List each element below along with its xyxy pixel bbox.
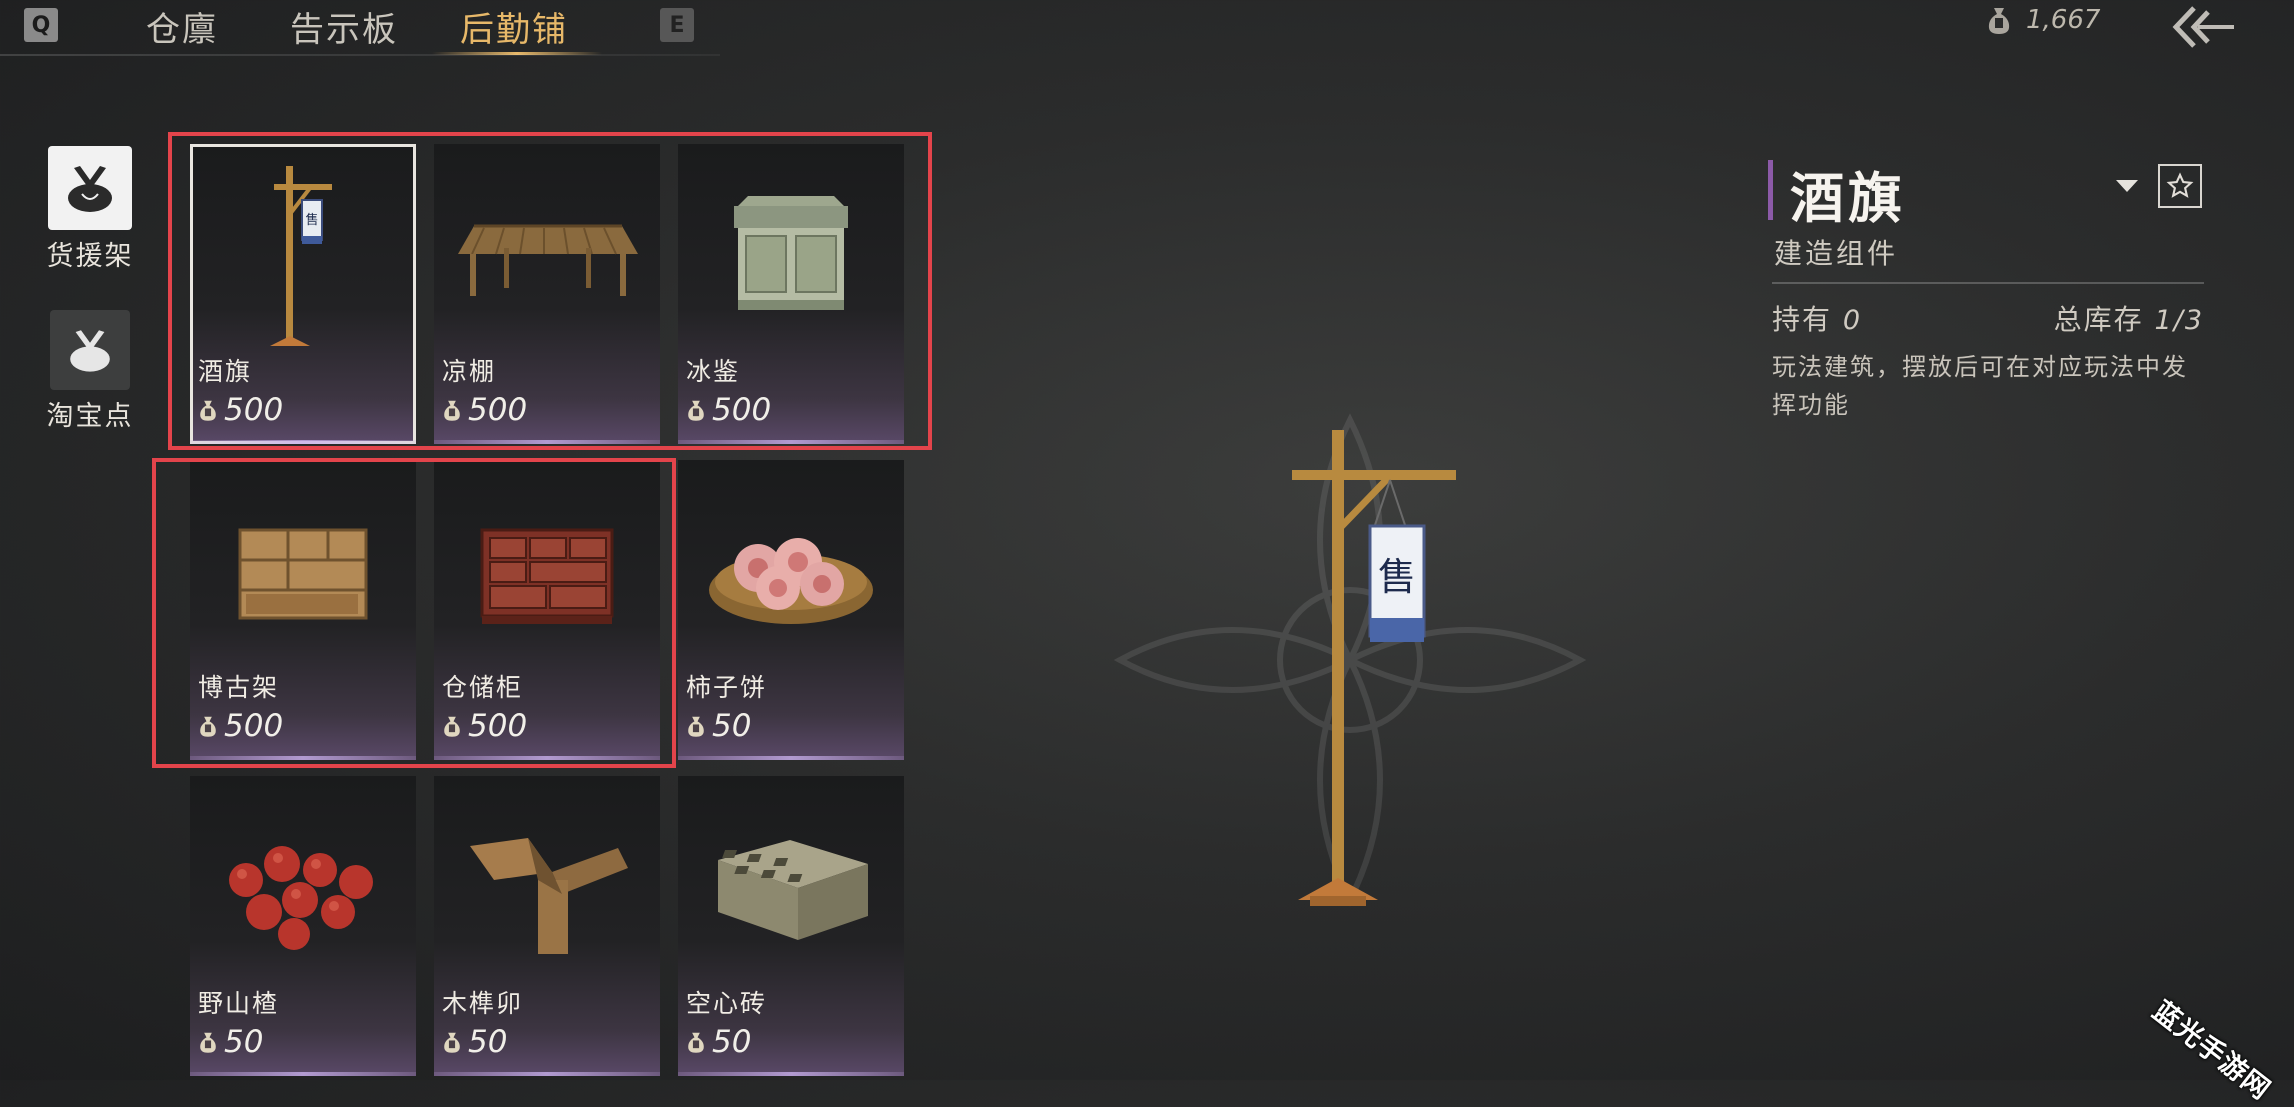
owned-value: 0: [1842, 305, 1863, 336]
item-title: 酒旗: [1790, 166, 1906, 230]
item-price: 50: [686, 708, 751, 744]
owned-label: 持有: [1772, 303, 1833, 336]
pavilion-icon: [434, 144, 660, 354]
item-price: 500: [442, 392, 527, 428]
item-price: 50: [686, 1024, 751, 1060]
item-card-pavilion[interactable]: 凉棚 500: [434, 144, 660, 444]
item-card-hawthorn[interactable]: 野山楂 50: [190, 776, 416, 1076]
item-price-value: 50: [712, 1024, 752, 1060]
category-treasure-label: 淘宝点: [46, 401, 134, 432]
item-name: 冰鉴: [686, 357, 741, 386]
item-description: 玩法建筑，摆放后可在对应玩法中发挥功能: [1772, 353, 2188, 419]
category-treasure-thumb: [50, 310, 130, 390]
money-bag-icon: [200, 1032, 216, 1053]
item-3d-preview[interactable]: 售: [1060, 380, 1640, 940]
money-bag-icon: [444, 716, 460, 737]
item-price: 50: [198, 1024, 263, 1060]
watermark-text: 蓝光手游网: [2146, 995, 2277, 1107]
wine-banner-preview-icon: 售: [1113, 413, 1587, 907]
item-card-mortise-tenon[interactable]: 木榫卯 50: [434, 776, 660, 1076]
item-name: 博古架: [198, 673, 280, 702]
item-name: 凉棚: [442, 357, 497, 386]
mortise-tenon-icon: [434, 776, 660, 986]
hawthorn-icon: [190, 776, 416, 986]
next-tab-key-badge[interactable]: E: [660, 8, 694, 42]
hollow-brick-icon: [678, 776, 904, 986]
svg-text:售: 售: [1378, 555, 1416, 599]
item-price: 500: [198, 708, 283, 744]
nav-divider: [0, 54, 720, 56]
favorite-button[interactable]: [2158, 164, 2202, 208]
currency-display: 1,667: [1986, 0, 2100, 40]
item-name: 酒旗: [198, 357, 253, 386]
money-bag-icon: [444, 1032, 460, 1053]
back-arrow-icon: [2172, 6, 2234, 48]
svg-text:售: 售: [305, 212, 318, 228]
ice-chest-icon: [678, 144, 904, 354]
top-nav-bar: Q 仓廪 告示板 后勤铺 E 1,667: [0, 0, 2294, 56]
category-shelf-label: 货援架: [46, 241, 134, 272]
category-shelf-thumb: [48, 146, 132, 230]
detail-divider: [1772, 282, 2204, 284]
item-name: 空心砖: [686, 989, 768, 1018]
item-price-value: 50: [712, 708, 752, 744]
currency-value: 1,667: [2026, 5, 2101, 35]
back-button[interactable]: [2168, 2, 2238, 52]
curio-shelf-icon: [190, 460, 416, 670]
money-bag-icon: [1988, 8, 2010, 34]
item-price-value: 50: [468, 1024, 508, 1060]
item-price: 50: [442, 1024, 507, 1060]
item-price: 500: [198, 392, 283, 428]
item-card-curio-shelf[interactable]: 博古架 500: [190, 460, 416, 760]
item-price-value: 500: [224, 392, 284, 428]
item-price-value: 500: [468, 708, 528, 744]
item-name: 木榫卯: [442, 989, 524, 1018]
total-stock: 总库存 1/3: [2054, 298, 2204, 338]
cloth-bundle-icon: [68, 166, 112, 212]
category-shelf[interactable]: 货援架: [46, 146, 134, 273]
item-price-value: 500: [712, 392, 772, 428]
item-card-ice-chest[interactable]: 冰鉴 500: [678, 144, 904, 444]
item-price-value: 500: [468, 392, 528, 428]
item-card-persimmon-cake[interactable]: 柿子饼 50: [678, 460, 904, 760]
title-accent-bar: [1768, 160, 1773, 220]
item-price: 500: [686, 392, 771, 428]
star-icon: [2166, 172, 2194, 198]
item-price: 500: [442, 708, 527, 744]
item-card-hollow-brick[interactable]: 空心砖 50: [678, 776, 904, 1076]
money-bag-icon: [200, 716, 216, 737]
item-card-wine-banner[interactable]: 售 酒旗 500: [190, 144, 416, 444]
item-price-value: 50: [224, 1024, 264, 1060]
item-price-value: 500: [224, 708, 284, 744]
wine-banner-icon: 售: [190, 144, 416, 354]
tab-logistics-shop[interactable]: 后勤铺: [460, 2, 568, 51]
money-bag-icon: [688, 716, 704, 737]
item-name: 柿子饼: [686, 673, 768, 702]
stock-label: 总库存: [2053, 303, 2144, 336]
tab-warehouse[interactable]: 仓廪: [146, 2, 218, 51]
money-bag-icon: [688, 1032, 704, 1053]
stock-value: 1/3: [2154, 305, 2204, 336]
storage-cabinet-icon: [434, 460, 660, 670]
persimmon-cake-icon: [678, 460, 904, 670]
item-name: 野山楂: [198, 989, 280, 1018]
money-bag-icon: [444, 400, 460, 421]
category-treasure-spot[interactable]: 淘宝点: [46, 310, 134, 433]
money-bag-icon: [688, 400, 704, 421]
item-name: 仓储柜: [442, 673, 524, 702]
item-category: 建造组件: [1774, 237, 1899, 270]
owned-count: 持有 0: [1772, 298, 1862, 338]
chevron-down-icon[interactable]: [2116, 180, 2138, 192]
tab-notice-board[interactable]: 告示板: [290, 2, 398, 51]
prev-tab-key-badge[interactable]: Q: [24, 8, 58, 42]
money-bag-icon: [200, 400, 216, 421]
cloth-bundle-icon: [70, 330, 110, 372]
item-card-storage-cabinet[interactable]: 仓储柜 500: [434, 460, 660, 760]
